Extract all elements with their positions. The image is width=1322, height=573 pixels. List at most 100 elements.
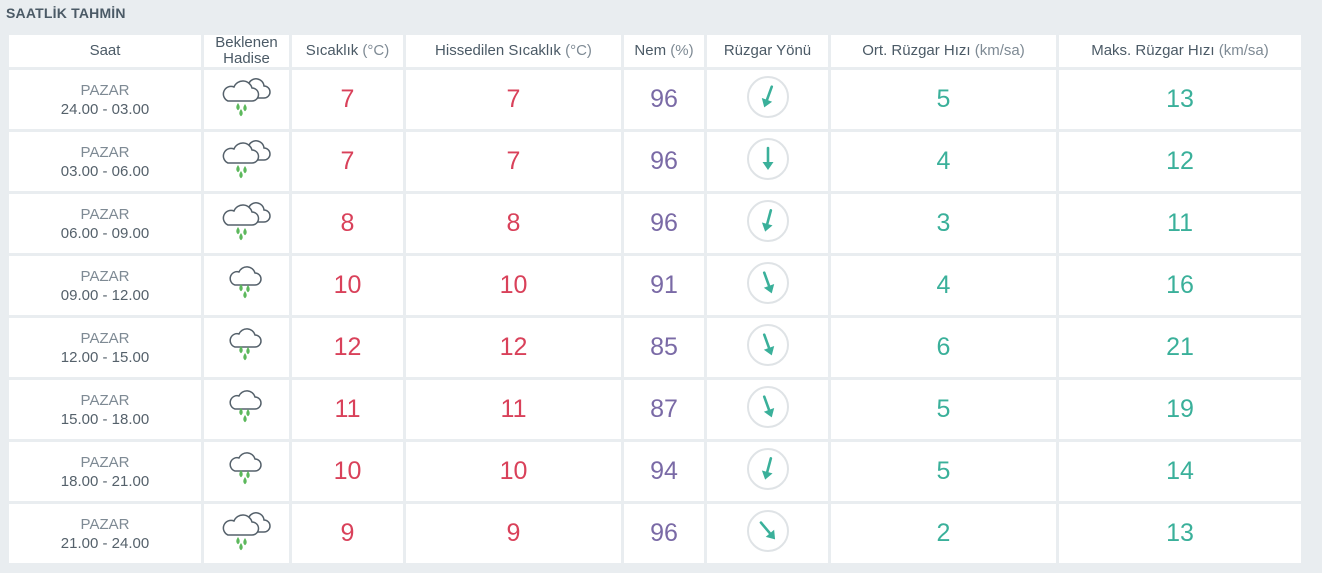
- time-range: 24.00 - 03.00: [60, 100, 150, 118]
- wind-direction-icon: [745, 74, 791, 125]
- rain-icon: [227, 387, 267, 432]
- feels-like-value: 11: [406, 380, 621, 439]
- humidity-value: 96: [624, 70, 704, 129]
- wind-direction-cell: [707, 380, 828, 439]
- avg-wind-speed-value: 6: [831, 318, 1056, 377]
- cloudy-rain-icon: [221, 511, 273, 556]
- forecast-row: PAZAR 21.00 - 24.00 9 9 96 2 13: [9, 504, 1301, 563]
- event-cell: [204, 504, 289, 563]
- temperature-value: 10: [292, 442, 403, 501]
- wind-direction-icon: [745, 260, 791, 311]
- max-wind-speed-value: 12: [1059, 132, 1301, 191]
- time-cell: PAZAR 24.00 - 03.00: [9, 70, 201, 129]
- time-cell: PAZAR 18.00 - 21.00: [9, 442, 201, 501]
- header-feels-like: Hissedilen Sıcaklık (°C): [406, 35, 621, 67]
- time-range: 12.00 - 15.00: [60, 348, 150, 366]
- temperature-value: 10: [292, 256, 403, 315]
- wind-direction-icon: [745, 446, 791, 497]
- day-label: PAZAR: [80, 515, 130, 533]
- time-range: 03.00 - 06.00: [60, 162, 150, 180]
- wind-direction-icon: [745, 508, 791, 559]
- forecast-row: PAZAR 18.00 - 21.00 10 10 94 5 14: [9, 442, 1301, 501]
- time-range: 09.00 - 12.00: [60, 286, 150, 304]
- event-cell: [204, 318, 289, 377]
- wind-direction-cell: [707, 318, 828, 377]
- max-wind-speed-value: 11: [1059, 194, 1301, 253]
- day-label: PAZAR: [80, 453, 130, 471]
- time-range: 21.00 - 24.00: [60, 534, 150, 552]
- header-avg-wind-speed: Ort. Rüzgar Hızı (km/sa): [831, 35, 1056, 67]
- header-temperature: Sıcaklık (°C): [292, 35, 403, 67]
- cloudy-rain-icon: [221, 201, 273, 246]
- time-cell: PAZAR 15.00 - 18.00: [9, 380, 201, 439]
- avg-wind-speed-value: 3: [831, 194, 1056, 253]
- max-wind-speed-value: 16: [1059, 256, 1301, 315]
- max-wind-speed-value: 13: [1059, 504, 1301, 563]
- max-wind-speed-value: 19: [1059, 380, 1301, 439]
- time-range: 06.00 - 09.00: [60, 224, 150, 242]
- wind-direction-cell: [707, 132, 828, 191]
- temperature-value: 7: [292, 132, 403, 191]
- feels-like-value: 9: [406, 504, 621, 563]
- feels-like-value: 7: [406, 70, 621, 129]
- header-time: Saat: [9, 35, 201, 67]
- header-max-wind-speed: Maks. Rüzgar Hızı (km/sa): [1059, 35, 1301, 67]
- event-cell: [204, 256, 289, 315]
- forecast-row: PAZAR 24.00 - 03.00 7 7 96 5 13: [9, 70, 1301, 129]
- time-range: 15.00 - 18.00: [60, 410, 150, 428]
- avg-wind-speed-value: 5: [831, 70, 1056, 129]
- hourly-forecast-table: Saat Beklenen Hadise Sıcaklık (°C) Hissed…: [6, 32, 1304, 566]
- rain-icon: [227, 449, 267, 494]
- day-label: PAZAR: [80, 391, 130, 409]
- forecast-row: PAZAR 15.00 - 18.00 11 11 87 5 19: [9, 380, 1301, 439]
- time-range: 18.00 - 21.00: [60, 472, 150, 490]
- forecast-row: PAZAR 12.00 - 15.00 12 12 85 6 21: [9, 318, 1301, 377]
- forecast-row: PAZAR 09.00 - 12.00 10 10 91 4 16: [9, 256, 1301, 315]
- wind-direction-icon: [745, 136, 791, 187]
- header-humidity: Nem (%): [624, 35, 704, 67]
- header-expected-event: Beklenen Hadise: [204, 35, 289, 67]
- day-label: PAZAR: [80, 81, 130, 99]
- wind-direction-cell: [707, 70, 828, 129]
- day-label: PAZAR: [80, 267, 130, 285]
- time-cell: PAZAR 12.00 - 15.00: [9, 318, 201, 377]
- wind-direction-icon: [745, 384, 791, 435]
- day-label: PAZAR: [80, 143, 130, 161]
- wind-direction-icon: [745, 322, 791, 373]
- wind-direction-cell: [707, 442, 828, 501]
- feels-like-value: 12: [406, 318, 621, 377]
- humidity-value: 85: [624, 318, 704, 377]
- rain-icon: [227, 263, 267, 308]
- humidity-value: 96: [624, 194, 704, 253]
- wind-direction-icon: [745, 198, 791, 249]
- humidity-value: 94: [624, 442, 704, 501]
- time-cell: PAZAR 09.00 - 12.00: [9, 256, 201, 315]
- event-cell: [204, 194, 289, 253]
- event-cell: [204, 380, 289, 439]
- time-cell: PAZAR 06.00 - 09.00: [9, 194, 201, 253]
- event-cell: [204, 442, 289, 501]
- wind-direction-cell: [707, 504, 828, 563]
- cloudy-rain-icon: [221, 139, 273, 184]
- humidity-value: 91: [624, 256, 704, 315]
- feels-like-value: 10: [406, 442, 621, 501]
- time-cell: PAZAR 03.00 - 06.00: [9, 132, 201, 191]
- rain-icon: [227, 325, 267, 370]
- day-label: PAZAR: [80, 329, 130, 347]
- avg-wind-speed-value: 4: [831, 256, 1056, 315]
- max-wind-speed-value: 21: [1059, 318, 1301, 377]
- table-header-row: Saat Beklenen Hadise Sıcaklık (°C) Hissed…: [9, 35, 1301, 67]
- humidity-value: 96: [624, 504, 704, 563]
- forecast-row: PAZAR 03.00 - 06.00 7 7 96 4 12: [9, 132, 1301, 191]
- wind-direction-cell: [707, 256, 828, 315]
- cloudy-rain-icon: [221, 77, 273, 122]
- day-label: PAZAR: [80, 205, 130, 223]
- avg-wind-speed-value: 2: [831, 504, 1056, 563]
- temperature-value: 11: [292, 380, 403, 439]
- feels-like-value: 8: [406, 194, 621, 253]
- humidity-value: 87: [624, 380, 704, 439]
- section-title: SAATLİK TAHMİN: [6, 5, 126, 21]
- wind-direction-cell: [707, 194, 828, 253]
- max-wind-speed-value: 13: [1059, 70, 1301, 129]
- temperature-value: 9: [292, 504, 403, 563]
